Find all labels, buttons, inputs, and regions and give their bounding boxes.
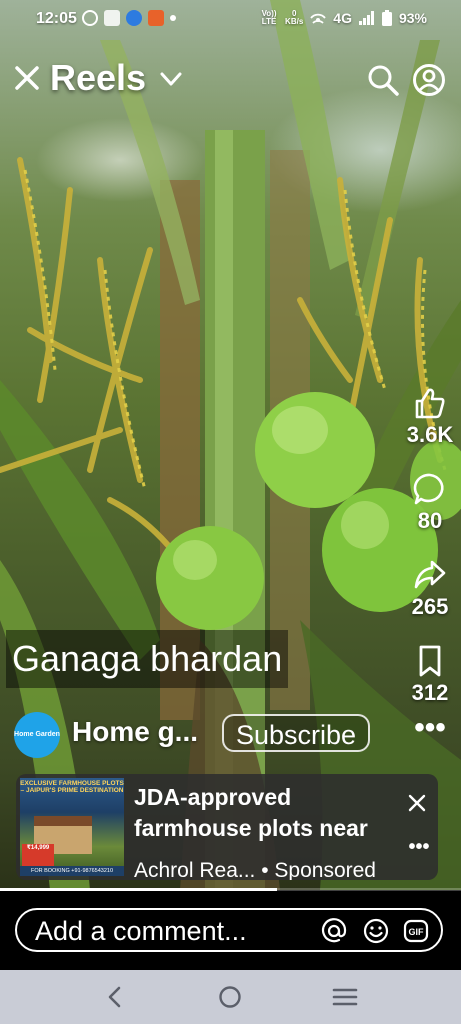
close-ad-icon[interactable] (404, 790, 430, 816)
save-count: 312 (411, 680, 449, 705)
page-title[interactable]: Reels (50, 57, 146, 99)
comment-bar: GIF (0, 891, 461, 970)
comment-box[interactable]: GIF (15, 908, 443, 952)
page-info-row: Home Garden Home g... Subscribe ••• (14, 712, 454, 758)
search-icon[interactable] (366, 63, 400, 97)
network-speed: 0 KB/s (285, 9, 304, 26)
ad-thumbnail-footer: FOR BOOKING +91-9876543210 (20, 866, 124, 876)
reels-header: Reels (0, 55, 461, 107)
comment-input[interactable] (33, 913, 307, 949)
svg-text:GIF: GIF (409, 927, 425, 937)
share-count: 265 (411, 594, 449, 619)
ad-more-options-icon[interactable]: ••• (406, 837, 432, 862)
video-caption: Ganaga bhardan (6, 630, 289, 688)
app-icon (148, 10, 164, 26)
page-name[interactable]: Home g... (72, 716, 198, 748)
page-avatar[interactable]: Home Garden (14, 712, 60, 758)
close-icon[interactable] (12, 63, 42, 93)
share-icon (414, 560, 446, 589)
share-button[interactable]: 265 (402, 558, 458, 620)
mention-icon[interactable] (321, 918, 347, 944)
save-button[interactable]: 312 (402, 644, 458, 706)
like-count: 3.6K (406, 422, 454, 447)
recent-apps-icon[interactable] (330, 984, 360, 1010)
ad-headline[interactable]: JDA-approved farmhouse plots near MJRP U… (134, 782, 404, 848)
app-notification-icon (104, 10, 120, 26)
more-options-icon[interactable]: ••• (412, 713, 448, 748)
ad-thumbnail-header: EXCLUSIVE FARMHOUSE PLOTS – JAIPUR'S PRI… (20, 780, 124, 794)
coconut-tree-scene (0, 0, 461, 890)
profile-icon[interactable] (412, 63, 446, 97)
whatsapp-icon (82, 10, 98, 26)
gif-icon[interactable]: GIF (403, 918, 429, 944)
dot-icon (170, 15, 176, 21)
emoji-icon[interactable] (363, 918, 389, 944)
reel-video[interactable] (0, 0, 461, 890)
status-bar: 12:05 Vo)) LTE 0 KB/s 4G 93% (0, 0, 461, 40)
ad-thumbnail[interactable]: EXCLUSIVE FARMHOUSE PLOTS – JAIPUR'S PRI… (20, 778, 124, 876)
chevron-down-icon[interactable] (157, 65, 185, 93)
sponsored-ad-card[interactable]: EXCLUSIVE FARMHOUSE PLOTS – JAIPUR'S PRI… (16, 774, 438, 880)
comment-icon (413, 473, 444, 505)
hotspot-icon (310, 13, 326, 24)
like-button[interactable]: 3.6K (402, 386, 458, 448)
battery-icon (381, 10, 392, 26)
signal-icon (358, 11, 374, 25)
volte-indicator: Vo)) LTE (261, 9, 277, 26)
subscribe-button[interactable]: Subscribe (222, 714, 371, 752)
browser-icon (126, 10, 142, 26)
home-icon[interactable] (215, 984, 245, 1010)
thumbs-up-icon (415, 388, 445, 419)
comment-button[interactable]: 80 (402, 472, 458, 534)
back-icon[interactable] (100, 984, 130, 1010)
system-nav-bar (0, 970, 461, 1024)
comment-count: 80 (417, 508, 443, 533)
battery-percent: 93% (398, 10, 427, 26)
network-type: 4G (333, 10, 352, 26)
ad-meta: Achrol Rea... • Sponsored (134, 860, 376, 880)
bookmark-icon (419, 645, 441, 677)
status-time: 12:05 (36, 10, 77, 27)
